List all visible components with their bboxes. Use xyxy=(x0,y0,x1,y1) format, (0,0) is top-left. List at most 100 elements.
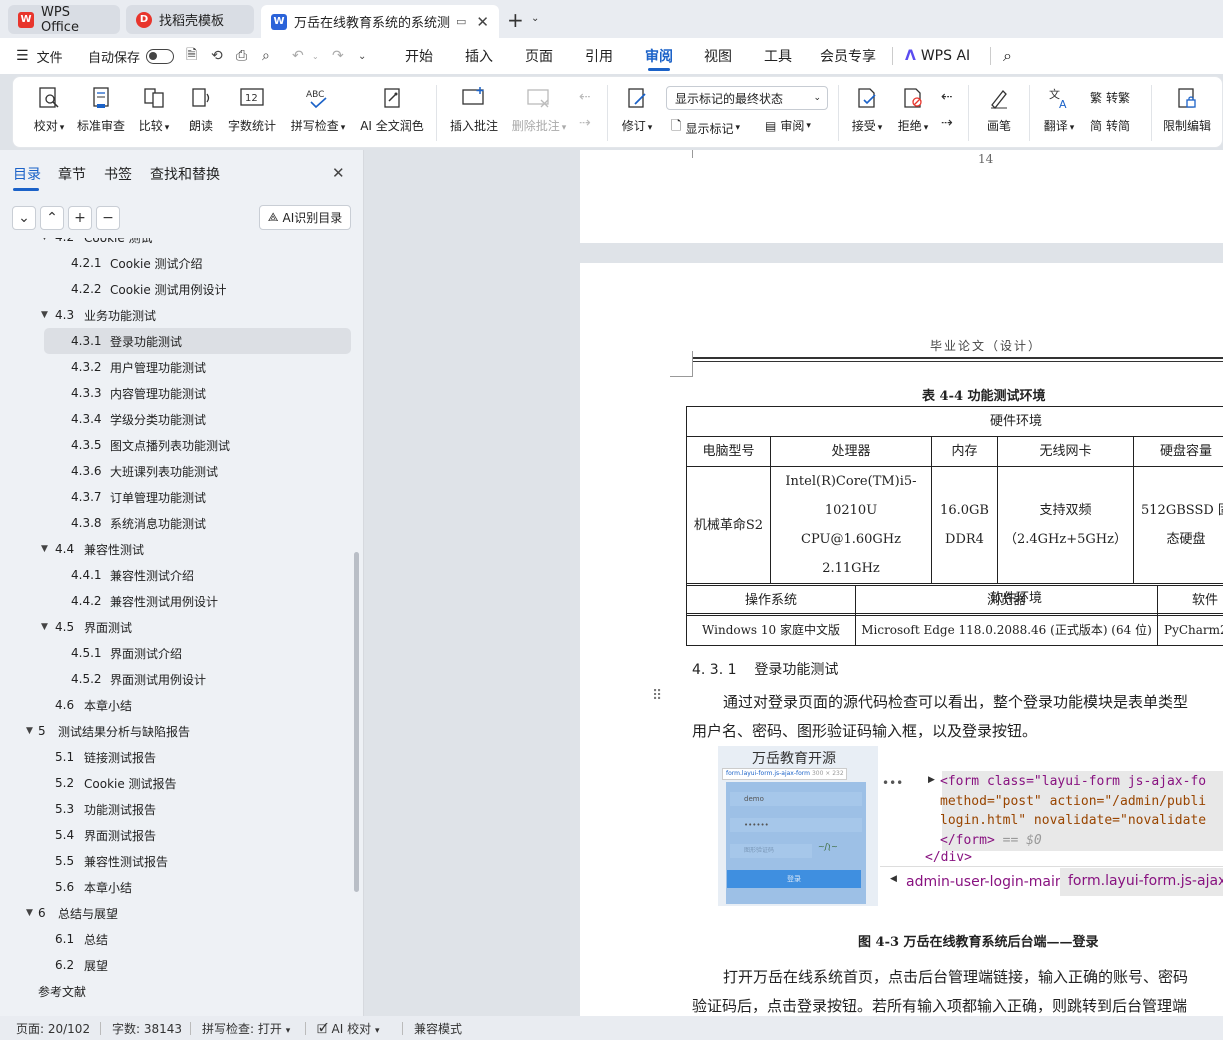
print-preview-icon[interactable]: ⌕ xyxy=(262,38,270,74)
tab-insert[interactable]: 插入 xyxy=(465,38,493,74)
expand-arrow-icon[interactable]: ▼ xyxy=(41,544,48,554)
expand-arrow-icon[interactable]: ▼ xyxy=(41,622,48,632)
tab-toc[interactable]: 目录 xyxy=(13,164,41,191)
toc-item[interactable]: 4.2.2 Cookie 测试用例设计 xyxy=(0,276,350,302)
tab-tools[interactable]: 工具 xyxy=(764,38,792,74)
toc-item[interactable]: 5.2 Cookie 测试报告 xyxy=(0,770,350,796)
proofread-button[interactable]: 校对 ▾ xyxy=(29,83,69,143)
restrict-editing-button[interactable]: 限制编辑 xyxy=(1159,83,1215,143)
compare-button[interactable]: 比较 ▾ xyxy=(133,83,175,143)
toc-item[interactable]: 4.3.4 学级分类功能测试 xyxy=(0,406,350,432)
toc-item[interactable]: ▼ 5 测试结果分析与缺陷报告 xyxy=(0,718,350,744)
page-indicator[interactable]: 页面: 20/102 xyxy=(16,1020,90,1037)
undo-icon[interactable]: ↶ xyxy=(292,38,304,74)
remove-heading-icon[interactable]: − xyxy=(96,206,120,230)
toc-item[interactable]: ▼ 4.5 界面测试 xyxy=(0,614,350,640)
toc-item[interactable]: 4.2.1 Cookie 测试介绍 xyxy=(0,250,350,276)
toc-item[interactable]: 4.6 本章小结 xyxy=(0,692,350,718)
search-icon[interactable]: ⌕ xyxy=(1003,38,1012,74)
accept-button[interactable]: 接受 ▾ xyxy=(847,83,887,143)
reject-button[interactable]: 拒绝 ▾ xyxy=(893,83,933,143)
toc-item[interactable]: 5.4 界面测试报告 xyxy=(0,822,350,848)
tab-home[interactable]: 开始 xyxy=(405,38,433,74)
word-count-button[interactable]: 12 字数统计 xyxy=(226,83,278,143)
tab-docer-template[interactable]: D 找稻壳模板 xyxy=(126,5,254,34)
toc-item[interactable]: 参考文献 xyxy=(0,978,350,1004)
toc-item[interactable]: 4.3.1 登录功能测试 xyxy=(44,328,351,354)
insert-comment-button[interactable]: 插入批注 xyxy=(447,83,501,143)
save-icon[interactable]: 🗎 xyxy=(186,38,197,74)
toc-item[interactable]: 4.3.3 内容管理功能测试 xyxy=(0,380,350,406)
next-comment-icon[interactable]: ⇢ xyxy=(579,115,591,131)
collapse-all-icon[interactable]: ⌄ xyxy=(12,206,36,230)
toc-item[interactable]: 4.3.8 系统消息功能测试 xyxy=(0,510,350,536)
toc-item[interactable]: 4.3.2 用户管理功能测试 xyxy=(0,354,350,380)
new-tab-plus-icon[interactable]: + xyxy=(507,8,524,32)
toc-item[interactable]: ▼ 4.3 业务功能测试 xyxy=(0,302,350,328)
previous-comment-icon[interactable]: ⇠ xyxy=(579,89,591,105)
expand-up-icon[interactable]: ⌃ xyxy=(40,206,64,230)
expand-arrow-icon[interactable]: ▼ xyxy=(26,908,33,918)
toggle-switch[interactable] xyxy=(146,48,175,64)
file-menu[interactable]: ☰ 文件 xyxy=(16,38,63,74)
toc-item[interactable]: ▼ 4.4 兼容性测试 xyxy=(0,536,350,562)
previous-change-icon[interactable]: ⇠ xyxy=(941,89,953,105)
toc-item[interactable]: 5.6 本章小结 xyxy=(0,874,350,900)
tab-find-replace[interactable]: 查找和替换 xyxy=(150,164,220,184)
toc-item[interactable]: ▼ 6 总结与展望 xyxy=(0,900,350,926)
expand-arrow-icon[interactable]: ▼ xyxy=(41,238,48,242)
review-pane-button[interactable]: ▤ 审阅 ▾ xyxy=(765,117,811,134)
tab-current-document[interactable]: W 万岳在线教育系统的系统测试 ▭ ✕ xyxy=(261,5,499,38)
close-pane-icon[interactable]: ✕ xyxy=(332,164,345,182)
read-aloud-button[interactable]: 朗读 xyxy=(183,83,219,143)
toc-item[interactable]: 5.3 功能测试报告 xyxy=(0,796,350,822)
delete-comment-button[interactable]: 删除批注 ▾ xyxy=(508,83,570,143)
print-icon[interactable]: ⎙ xyxy=(236,38,247,74)
close-tab-icon[interactable]: ✕ xyxy=(476,13,489,31)
undo-chevron-icon[interactable]: ⌄ xyxy=(312,38,319,74)
tab-chapters[interactable]: 章节 xyxy=(58,164,86,184)
toc-item[interactable]: 4.3.5 图文点播列表功能测试 xyxy=(0,432,350,458)
add-heading-icon[interactable]: + xyxy=(68,206,92,230)
tab-list-chevron-icon[interactable]: ⌄ xyxy=(531,13,539,24)
toc-item[interactable]: 4.4.1 兼容性测试介绍 xyxy=(0,562,350,588)
pen-button[interactable]: 画笔 xyxy=(981,83,1017,143)
tab-bookmarks[interactable]: 书签 xyxy=(104,164,132,184)
standard-review-button[interactable]: 标准审查 xyxy=(75,83,127,143)
spell-check-status[interactable]: 拼写检查: 打开 ▾ xyxy=(202,1020,290,1037)
more-chevron-icon[interactable]: ⌄ xyxy=(358,38,366,74)
track-changes-button[interactable]: 修订 ▾ xyxy=(617,83,657,143)
spell-check-button[interactable]: ABC 拼写检查 ▾ xyxy=(287,83,349,143)
to-traditional-button[interactable]: 繁 转繁 xyxy=(1090,89,1130,106)
redo-icon[interactable]: ↷ xyxy=(332,38,344,74)
to-simplified-button[interactable]: 简 转简 xyxy=(1090,117,1130,134)
toc-item[interactable]: 4.5.1 界面测试介绍 xyxy=(0,640,350,666)
toc-item[interactable]: 5.1 链接测试报告 xyxy=(0,744,350,770)
ai-polish-button[interactable]: AI 全文润色 xyxy=(357,83,427,143)
tab-wps-office[interactable]: W WPS Office xyxy=(8,5,120,35)
toc-item[interactable]: 4.3.7 订单管理功能测试 xyxy=(0,484,350,510)
toc-item[interactable]: 4.4.2 兼容性测试用例设计 xyxy=(0,588,350,614)
screen-icon[interactable]: ▭ xyxy=(456,15,466,28)
toc-item[interactable]: 4.5.2 界面测试用例设计 xyxy=(0,666,350,692)
tab-member[interactable]: 会员专享 xyxy=(820,38,876,74)
toc-item[interactable]: 4.3.6 大班课列表功能测试 xyxy=(0,458,350,484)
expand-arrow-icon[interactable]: ▼ xyxy=(26,726,33,736)
tab-page[interactable]: 页面 xyxy=(525,38,553,74)
toc-item[interactable]: ▼ 4.2 Cookie 测试 xyxy=(0,238,350,250)
tab-references[interactable]: 引用 xyxy=(585,38,613,74)
autosave-toggle[interactable]: 自动保存 xyxy=(88,38,175,74)
show-markup-button[interactable]: 🗋 显示标记 ▾ xyxy=(671,117,740,139)
ai-toc-button[interactable]: ⟁ AI识别目录 xyxy=(259,205,351,230)
tab-view[interactable]: 视图 xyxy=(704,38,732,74)
tab-wps-ai[interactable]: ᐱ WPS AI xyxy=(905,38,970,74)
tab-review[interactable]: 审阅 xyxy=(645,38,673,74)
drag-handle-icon[interactable]: ⠿ xyxy=(652,688,662,704)
toc-item[interactable]: 6.1 总结 xyxy=(0,926,350,952)
next-change-icon[interactable]: ⇢ xyxy=(941,115,953,131)
share-icon[interactable]: ⟲ xyxy=(211,38,223,74)
toc-item[interactable]: 6.2 展望 xyxy=(0,952,350,978)
display-mode-dropdown[interactable]: 显示标记的最终状态 ⌄ xyxy=(666,86,828,110)
translate-button[interactable]: 文A 翻译 ▾ xyxy=(1039,83,1079,143)
toc-item[interactable]: 5.5 兼容性测试报告 xyxy=(0,848,350,874)
